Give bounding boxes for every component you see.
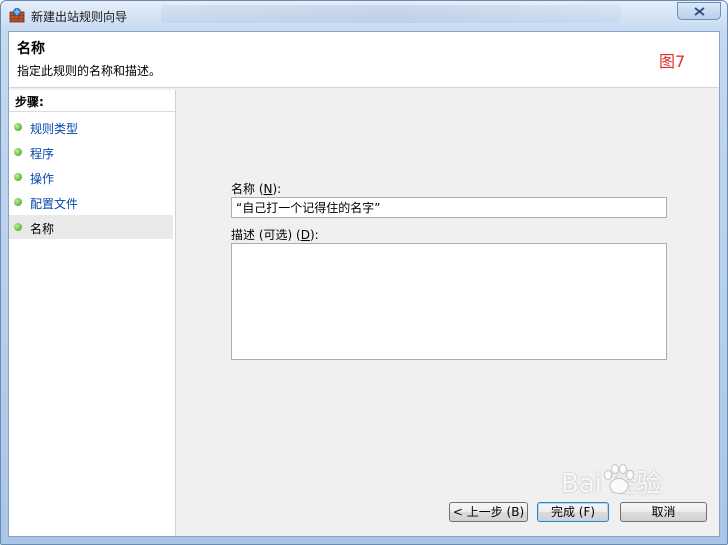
description-input[interactable] [231, 243, 667, 360]
page-description: 指定此规则的名称和描述。 [17, 64, 162, 78]
title-bar-background [161, 5, 621, 23]
step-label: 配置文件 [30, 197, 79, 211]
step-program[interactable]: 程序 [9, 140, 173, 164]
page-title: 名称 [17, 41, 45, 57]
step-status-icon [14, 223, 22, 231]
name-input[interactable] [231, 197, 667, 218]
description-label: 描述 (可选) (D): [231, 228, 319, 242]
firewall-icon [9, 7, 25, 23]
step-status-icon [14, 148, 22, 156]
step-status-icon [14, 173, 22, 181]
title-bar[interactable]: 新建出站规则向导 [1, 1, 727, 31]
close-icon [694, 7, 705, 16]
paw-watermark-icon [604, 464, 634, 494]
window-title: 新建出站规则向导 [31, 10, 128, 24]
close-button[interactable] [677, 2, 721, 20]
step-action[interactable]: 操作 [9, 165, 173, 189]
steps-heading: 步骤: [9, 90, 175, 112]
step-profile[interactable]: 配置文件 [9, 190, 173, 214]
cancel-button[interactable]: 取消 [620, 502, 707, 522]
step-label: 操作 [30, 172, 55, 186]
step-label: 规则类型 [30, 122, 79, 136]
page-header: 名称 指定此规则的名称和描述。 图7 [9, 32, 719, 88]
step-status-icon [14, 123, 22, 131]
step-status-icon [14, 198, 22, 206]
finish-button[interactable]: 完成 (F) [537, 502, 609, 522]
step-label: 程序 [30, 147, 55, 161]
step-rule-type[interactable]: 规则类型 [9, 115, 173, 139]
step-name[interactable]: 名称 [9, 215, 173, 239]
steps-panel: 步骤: 规则类型 程序 操作 配置文件 名称 [9, 90, 176, 536]
name-label: 名称 (N): [231, 182, 282, 196]
wizard-window: 新建出站规则向导 名称 指定此规则的名称和描述。 图7 步骤: 规则类型 程序 [0, 0, 728, 545]
step-label: 名称 [30, 222, 55, 236]
figure-annotation: 图7 [659, 52, 686, 71]
back-button[interactable]: < 上一步 (B) [449, 502, 528, 522]
